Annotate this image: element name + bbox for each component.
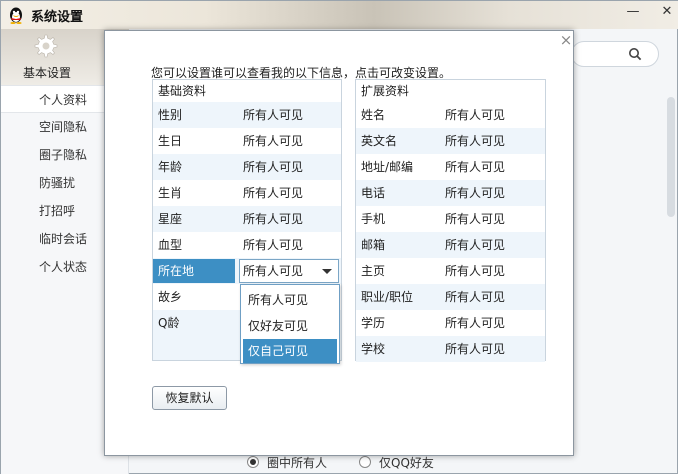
extended-info-panel: 扩展资料 姓名 所有人可见 英文名 所有人可见 地址/邮编 所有人可见 电话 所… [355, 79, 546, 362]
field-value[interactable]: 所有人可见 [243, 154, 303, 180]
field-label: 故乡 [158, 290, 183, 304]
basic-row-gender[interactable]: 性别 所有人可见 [153, 102, 341, 128]
field-value[interactable]: 所有人可见 [445, 206, 505, 232]
field-value[interactable]: 所有人可见 [445, 284, 505, 310]
field-value[interactable]: 所有人可见 [445, 310, 505, 336]
radio-circle-all-label: 圈中所有人 [267, 456, 328, 470]
field-value[interactable]: 所有人可见 [445, 154, 505, 180]
ext-row-address[interactable]: 地址/邮编 所有人可见 [356, 154, 545, 180]
search-icon[interactable] [628, 47, 642, 61]
field-label: 学校 [361, 342, 386, 356]
basic-row-zodiac-animal[interactable]: 生肖 所有人可见 [153, 180, 341, 206]
option-everyone[interactable]: 所有人可见 [243, 288, 337, 312]
field-label: 电话 [361, 186, 386, 200]
qq-penguin-icon [10, 7, 22, 24]
privacy-settings-dialog: × 您可以设置谁可以查看我的以下信息，点击可改变设置。 基础资料 性别 所有人可… [104, 30, 574, 456]
field-value[interactable]: 所有人可见 [445, 102, 505, 128]
extended-info-header: 扩展资料 [361, 84, 410, 98]
radio-circle-all[interactable] [247, 456, 259, 468]
field-label: 英文名 [361, 134, 398, 148]
field-label-selected: 所在地 [153, 259, 235, 283]
minimize-button[interactable]: — [621, 1, 645, 25]
search-input[interactable] [571, 41, 659, 67]
field-label: 年龄 [158, 160, 183, 174]
title-bar: 系统设置 — □ ✕ [1, 1, 678, 29]
option-friends-only[interactable]: 仅好友可见 [243, 314, 337, 338]
field-label: 姓名 [361, 108, 386, 122]
basic-row-birthday[interactable]: 生日 所有人可见 [153, 128, 341, 154]
ext-row-school[interactable]: 学校 所有人可见 [356, 336, 545, 362]
ext-row-mobile[interactable]: 手机 所有人可见 [356, 206, 545, 232]
gear-icon [34, 34, 58, 58]
visibility-select-value: 所有人可见 [243, 264, 304, 278]
restore-defaults-button[interactable]: 恢复默认 [152, 386, 227, 410]
field-label: 生日 [158, 134, 183, 148]
ext-row-email[interactable]: 邮箱 所有人可见 [356, 232, 545, 258]
window-title: 系统设置 [31, 10, 84, 25]
field-label: 主页 [361, 264, 386, 278]
field-value[interactable]: 所有人可见 [243, 232, 303, 258]
option-self-only[interactable]: 仅自己可见 [243, 339, 337, 363]
field-label: 地址/邮编 [361, 160, 414, 174]
field-label: 职业/职位 [361, 290, 414, 304]
field-label: 生肖 [158, 186, 183, 200]
field-label: Q龄 [158, 316, 180, 330]
basic-row-blood-type[interactable]: 血型 所有人可见 [153, 232, 341, 258]
field-value[interactable]: 所有人可见 [445, 128, 505, 154]
scrollbar[interactable] [667, 97, 675, 217]
basic-row-age[interactable]: 年龄 所有人可见 [153, 154, 341, 180]
field-value[interactable]: 所有人可见 [243, 180, 303, 206]
field-value[interactable]: 所有人可见 [243, 206, 303, 232]
field-label: 学历 [361, 316, 386, 330]
field-value[interactable]: 所有人可见 [243, 128, 303, 154]
ext-row-phone[interactable]: 电话 所有人可见 [356, 180, 545, 206]
basic-row-location[interactable]: 所在地 所有人可见 [153, 258, 341, 284]
basic-info-header: 基础资料 [158, 84, 207, 98]
radio-qq-friends[interactable] [359, 456, 371, 468]
ext-row-education[interactable]: 学历 所有人可见 [356, 310, 545, 336]
radio-qq-friends-label: 仅QQ好友 [379, 456, 434, 470]
field-label: 邮箱 [361, 238, 386, 252]
visibility-select[interactable]: 所有人可见 [239, 259, 339, 283]
close-button[interactable]: ✕ [655, 1, 678, 25]
field-label: 性别 [158, 108, 183, 122]
ext-row-english-name[interactable]: 英文名 所有人可见 [356, 128, 545, 154]
field-label: 星座 [158, 212, 183, 226]
field-value[interactable]: 所有人可见 [445, 232, 505, 258]
field-value[interactable]: 所有人可见 [445, 336, 505, 362]
field-label: 血型 [158, 238, 183, 252]
field-label: 手机 [361, 212, 386, 226]
ext-row-homepage[interactable]: 主页 所有人可见 [356, 258, 545, 284]
visibility-dropdown-list: 所有人可见 仅好友可见 仅自己可见 [240, 284, 340, 364]
sidebar-header-label: 基本设置 [23, 66, 72, 80]
chevron-down-icon[interactable] [322, 269, 332, 274]
field-value[interactable]: 所有人可见 [445, 258, 505, 284]
ext-row-occupation[interactable]: 职业/职位 所有人可见 [356, 284, 545, 310]
ext-row-name[interactable]: 姓名 所有人可见 [356, 102, 545, 128]
basic-row-constellation[interactable]: 星座 所有人可见 [153, 206, 341, 232]
field-value[interactable]: 所有人可见 [445, 180, 505, 206]
dialog-close-button[interactable]: × [558, 32, 574, 48]
field-value[interactable]: 所有人可见 [243, 102, 303, 128]
